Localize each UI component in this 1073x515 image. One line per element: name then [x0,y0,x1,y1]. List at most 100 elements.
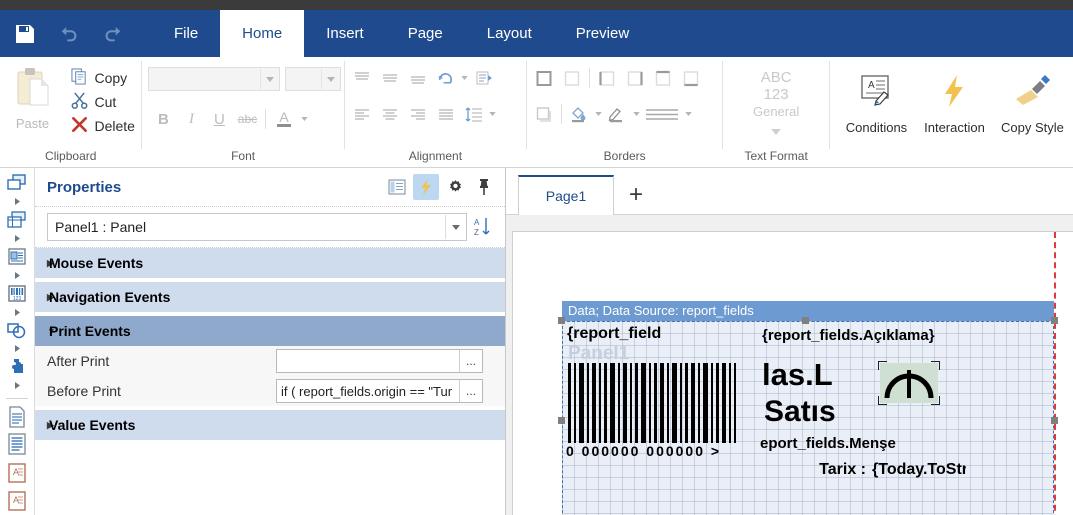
border-top-button[interactable] [649,65,677,91]
component-text-tas-l[interactable]: las.L [762,361,836,397]
delete-button[interactable]: Delete [69,115,141,137]
border-left-button[interactable] [593,65,621,91]
copy-button[interactable]: Copy [69,67,141,89]
panel1[interactable]: Panel1 {report_field {report_fields.Açık… [558,317,1058,515]
category-mouse-events[interactable]: ▶ Mouse Events [35,248,505,278]
chevron-down-icon[interactable] [445,215,466,239]
tab-preview[interactable]: Preview [554,10,651,57]
page-document-icon[interactable] [4,404,30,430]
report-tree-expand-icon[interactable] [14,268,21,282]
align-middle-button[interactable] [376,65,404,91]
pages-icon[interactable] [4,172,30,195]
data-band[interactable]: Data; Data Source: report_fields Panel1 [558,301,1058,515]
rich-text-icon[interactable]: A [4,487,30,515]
chevron-down-icon[interactable] [299,108,309,130]
copy-style-button[interactable]: Copy Style [993,63,1071,165]
component-text-aciklama[interactable]: {report_fields.Açıklama} [758,325,956,349]
interaction-button[interactable]: Interaction [915,63,993,165]
component-barcode[interactable]: 0 000000 000000 > [566,363,738,459]
tab-file[interactable]: File [152,10,220,57]
bold-button[interactable]: B [150,107,176,131]
tab-page[interactable]: Page [386,10,465,57]
before-print-field[interactable]: ... [276,379,483,403]
font-size-combo[interactable] [285,67,342,91]
italic-button[interactable]: I [178,107,204,131]
underline-button[interactable]: U [206,107,232,131]
align-justify-button[interactable] [432,101,460,127]
text-direction-button[interactable] [470,65,498,91]
align-bottom-button[interactable] [404,65,432,91]
chevron-down-icon[interactable] [631,103,641,125]
events-lightning-icon[interactable] [413,174,439,200]
chevron-down-icon[interactable] [593,103,603,125]
shapes-expand-icon[interactable] [14,342,21,356]
component-gauge[interactable] [878,361,940,405]
redo-icon[interactable] [96,17,130,51]
chevron-down-icon[interactable] [488,103,498,125]
strikeout-button[interactable]: abc [234,107,260,131]
add-page-button[interactable]: + [614,176,658,214]
border-all-button[interactable] [530,65,558,91]
sort-az-icon[interactable]: A Z [467,213,497,241]
category-value-events[interactable]: ▶ Value Events [35,410,505,440]
line-spacing-button[interactable] [460,101,488,127]
cut-button[interactable]: Cut [69,91,141,113]
after-print-input[interactable] [277,350,459,372]
pin-icon[interactable] [471,174,497,200]
text-rotation-button[interactable] [432,65,460,91]
object-selector[interactable]: Panel1 : Panel [47,213,467,241]
tab-home[interactable]: Home [220,10,305,57]
fill-color-button[interactable] [565,101,593,127]
report-tree-icon[interactable] [4,246,30,269]
dictionary-icon[interactable] [4,209,30,232]
border-none-button[interactable] [558,65,586,91]
align-center-button[interactable] [376,101,404,127]
canvas[interactable]: Data; Data Source: report_fields Panel1 [506,215,1073,515]
category-print-events[interactable]: ▼ Print Events [35,316,505,346]
conditions-button[interactable]: A Conditions [837,63,915,165]
tab-insert[interactable]: Insert [304,10,386,57]
dictionary-expand-icon[interactable] [14,231,21,245]
tab-layout[interactable]: Layout [465,10,554,57]
resize-handle[interactable] [802,317,809,324]
border-style-button[interactable] [641,101,683,127]
paste-button[interactable]: Paste [1,63,65,131]
text-block-icon[interactable] [4,430,30,458]
page-tab-page1[interactable]: Page1 [518,175,614,215]
border-right-button[interactable] [621,65,649,91]
plugins-expand-icon[interactable] [14,379,21,393]
save-icon[interactable] [8,17,42,51]
component-text-tarix-label[interactable]: Tarix : [760,459,868,485]
settings-gear-icon[interactable] [442,174,468,200]
component-text-satis[interactable]: Satıs [762,397,850,431]
resize-handle[interactable] [1051,317,1058,324]
undo-icon[interactable] [52,17,86,51]
data-icon[interactable]: 123 [4,282,30,305]
pages-expand-icon[interactable] [14,195,21,209]
plugins-icon[interactable] [4,356,30,379]
report-page[interactable]: Data; Data Source: report_fields Panel1 [512,231,1073,515]
text-field-icon[interactable]: A [4,458,30,486]
resize-handle[interactable] [558,417,565,424]
align-left-button[interactable] [348,101,376,127]
category-navigation-events[interactable]: ▶ Navigation Events [35,282,505,312]
before-print-input[interactable] [277,380,459,402]
border-color-button[interactable] [603,101,631,127]
resize-handle[interactable] [1051,417,1058,424]
component-text-mense[interactable]: eport_fields.Menşe [760,433,902,459]
after-print-field[interactable]: ... [276,349,483,373]
shapes-icon[interactable] [4,319,30,342]
component-text-today[interactable]: {Today.ToStri [870,459,966,485]
font-name-combo[interactable] [148,67,281,91]
properties-list-icon[interactable] [384,174,410,200]
resize-handle[interactable] [558,317,565,324]
data-expand-icon[interactable] [14,305,21,319]
border-shadow-button[interactable] [530,101,558,127]
component-text-report-field[interactable]: {report_field [566,323,674,349]
text-format-button[interactable]: ABC 123 General [730,63,822,139]
after-print-ellipsis-button[interactable]: ... [459,350,482,372]
align-top-button[interactable] [348,65,376,91]
fore-color-button[interactable]: A [271,107,297,131]
chevron-down-icon[interactable] [683,103,693,125]
chevron-down-icon[interactable] [460,67,470,89]
